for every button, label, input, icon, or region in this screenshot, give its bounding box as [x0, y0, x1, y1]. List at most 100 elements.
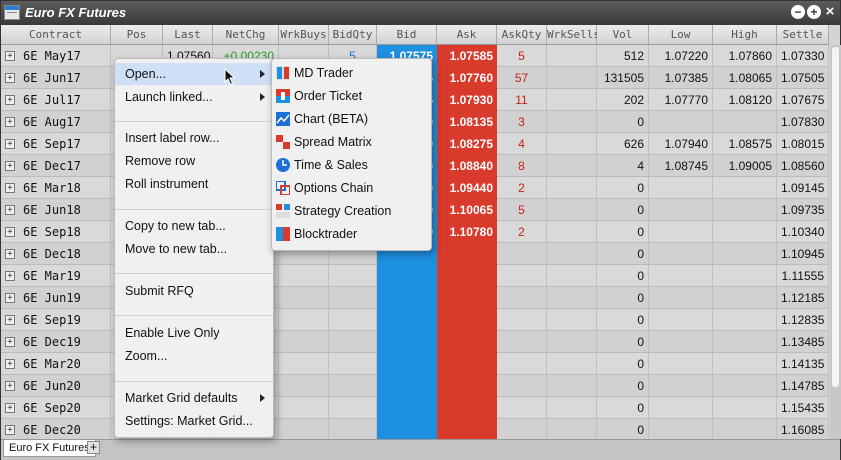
cell-vol[interactable]: 0 — [597, 309, 649, 331]
cell-askqty[interactable] — [497, 287, 547, 309]
cell-contract[interactable]: +6E Jun19 — [1, 287, 111, 309]
cell-high[interactable]: 1.08120 — [713, 89, 777, 111]
cell-contract[interactable]: +6E Mar18 — [1, 177, 111, 199]
cell-settle[interactable]: 1.13485 — [777, 331, 829, 353]
maximize-button[interactable]: + — [807, 5, 821, 19]
cell-vol[interactable]: 0 — [597, 353, 649, 375]
cell-wrkbuys[interactable] — [279, 309, 329, 331]
cell-vol[interactable]: 512 — [597, 45, 649, 67]
cell-contract[interactable]: +6E Dec19 — [1, 331, 111, 353]
cell-high[interactable] — [713, 287, 777, 309]
cell-high[interactable] — [713, 309, 777, 331]
cell-askqty[interactable] — [497, 309, 547, 331]
cell-contract[interactable]: +6E Dec17 — [1, 155, 111, 177]
cell-askqty[interactable] — [497, 353, 547, 375]
cell-ask[interactable]: 1.07930 — [437, 89, 497, 111]
add-tab-button[interactable]: + — [87, 441, 100, 454]
expand-row-icon[interactable]: + — [5, 403, 15, 413]
cell-ask[interactable] — [437, 375, 497, 397]
cell-wrksells[interactable] — [547, 309, 597, 331]
cell-askqty[interactable] — [497, 419, 547, 439]
column-header-settle[interactable]: Settle — [777, 25, 829, 45]
cell-contract[interactable]: +6E Jun20 — [1, 375, 111, 397]
expand-row-icon[interactable]: + — [5, 117, 15, 127]
cell-ask[interactable] — [437, 243, 497, 265]
cell-vol[interactable]: 626 — [597, 133, 649, 155]
cell-ask[interactable] — [437, 353, 497, 375]
cell-askqty[interactable]: 11 — [497, 89, 547, 111]
cell-ask[interactable] — [437, 397, 497, 419]
menu-item-launch-linked[interactable]: Launch linked... — [115, 86, 273, 108]
cell-vol[interactable]: 0 — [597, 419, 649, 439]
cell-high[interactable] — [713, 353, 777, 375]
expand-row-icon[interactable]: + — [5, 293, 15, 303]
column-header-ask[interactable]: Ask — [437, 25, 497, 45]
cell-high[interactable]: 1.08575 — [713, 133, 777, 155]
cell-settle[interactable]: 1.09145 — [777, 177, 829, 199]
cell-contract[interactable]: +6E Jun18 — [1, 199, 111, 221]
cell-wrkbuys[interactable] — [279, 397, 329, 419]
expand-row-icon[interactable]: + — [5, 227, 15, 237]
submenu-item-order-ticket[interactable]: Order Ticket — [272, 85, 432, 108]
cell-contract[interactable]: +6E Dec20 — [1, 419, 111, 439]
expand-row-icon[interactable]: + — [5, 73, 15, 83]
cell-bidqty[interactable] — [329, 331, 377, 353]
cell-contract[interactable]: +6E Sep18 — [1, 221, 111, 243]
cell-settle[interactable]: 1.07330 — [777, 45, 829, 67]
cell-vol[interactable]: 0 — [597, 199, 649, 221]
submenu-item-chart-beta[interactable]: Chart (BETA) — [272, 108, 432, 131]
cell-low[interactable] — [649, 199, 713, 221]
cell-high[interactable] — [713, 177, 777, 199]
cell-contract[interactable]: +6E Aug17 — [1, 111, 111, 133]
column-header-wrksells[interactable]: WrkSells — [547, 25, 600, 45]
cell-low[interactable] — [649, 353, 713, 375]
cell-low[interactable] — [649, 265, 713, 287]
column-header-bid[interactable]: Bid — [377, 25, 437, 45]
menu-item-open[interactable]: Open... — [115, 63, 273, 85]
cell-askqty[interactable] — [497, 397, 547, 419]
cell-low[interactable] — [649, 111, 713, 133]
cell-high[interactable] — [713, 419, 777, 439]
cell-settle[interactable]: 1.14785 — [777, 375, 829, 397]
cell-wrksells[interactable] — [547, 111, 597, 133]
cell-settle[interactable]: 1.12185 — [777, 287, 829, 309]
expand-row-icon[interactable]: + — [5, 51, 15, 61]
cell-askqty[interactable]: 2 — [497, 221, 547, 243]
cell-wrksells[interactable] — [547, 221, 597, 243]
cell-vol[interactable]: 0 — [597, 243, 649, 265]
cell-wrkbuys[interactable] — [279, 353, 329, 375]
cell-contract[interactable]: +6E Sep20 — [1, 397, 111, 419]
cell-wrksells[interactable] — [547, 353, 597, 375]
cell-ask[interactable]: 1.08275 — [437, 133, 497, 155]
cell-high[interactable] — [713, 199, 777, 221]
cell-askqty[interactable]: 4 — [497, 133, 547, 155]
cell-vol[interactable]: 131505 — [597, 67, 649, 89]
menu-item-settings-market-grid[interactable]: Settings: Market Grid... — [115, 410, 273, 432]
title-bar[interactable]: Euro FX Futures − + × — [1, 1, 840, 25]
cell-ask[interactable] — [437, 331, 497, 353]
cell-contract[interactable]: +6E Jun17 — [1, 67, 111, 89]
cell-wrkbuys[interactable] — [279, 419, 329, 439]
cell-vol[interactable]: 202 — [597, 89, 649, 111]
cell-settle[interactable]: 1.14135 — [777, 353, 829, 375]
cell-ask[interactable]: 1.10780 — [437, 221, 497, 243]
cell-contract[interactable]: +6E Mar19 — [1, 265, 111, 287]
cell-low[interactable] — [649, 419, 713, 439]
cell-ask[interactable]: 1.08840 — [437, 155, 497, 177]
cell-settle[interactable]: 1.16085 — [777, 419, 829, 439]
cell-wrksells[interactable] — [547, 397, 597, 419]
cell-low[interactable] — [649, 309, 713, 331]
cell-high[interactable] — [713, 331, 777, 353]
submenu-item-strategy-creation[interactable]: Strategy Creation — [272, 200, 432, 223]
cell-settle[interactable]: 1.11555 — [777, 265, 829, 287]
cell-bid[interactable] — [377, 397, 437, 419]
cell-ask[interactable]: 1.09440 — [437, 177, 497, 199]
cell-settle[interactable]: 1.12835 — [777, 309, 829, 331]
cell-vol[interactable]: 0 — [597, 221, 649, 243]
cell-bid[interactable] — [377, 265, 437, 287]
tab-euro-fx-futures[interactable]: Euro FX Futures — [3, 440, 96, 457]
cell-ask[interactable] — [437, 287, 497, 309]
expand-row-icon[interactable]: + — [5, 249, 15, 259]
cell-ask[interactable] — [437, 265, 497, 287]
cell-ask[interactable] — [437, 419, 497, 439]
